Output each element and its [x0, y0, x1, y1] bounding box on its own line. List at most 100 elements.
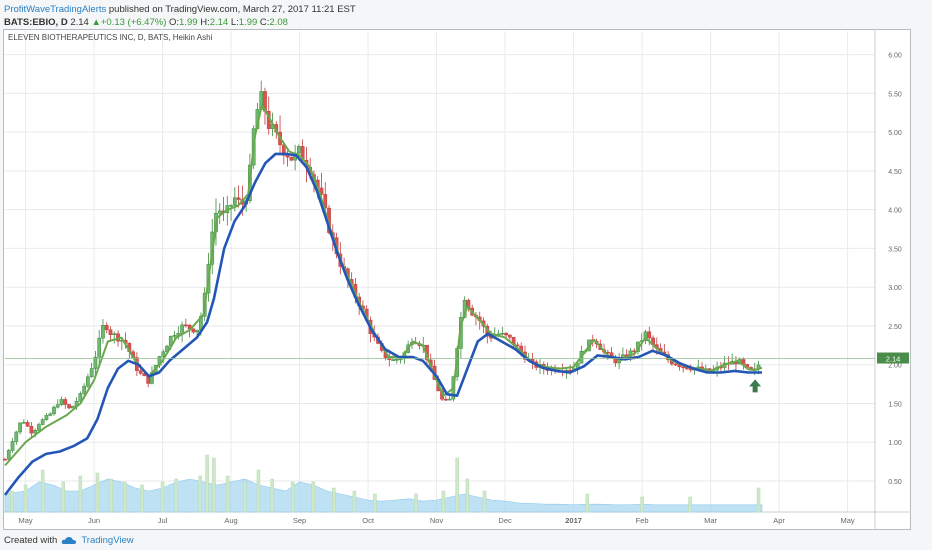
candle-body [184, 324, 188, 327]
created-with-label: Created with [4, 535, 58, 546]
candle-body [37, 424, 41, 431]
candle-body [40, 419, 45, 425]
candle-body [48, 413, 53, 416]
volume-bar [225, 475, 230, 513]
y-tick-label: 1.00 [888, 440, 902, 447]
volume-bar [688, 496, 692, 513]
candle-body [93, 356, 98, 369]
candle-body [138, 370, 143, 374]
candle-body [33, 430, 37, 434]
y-tick-label: 5.00 [888, 130, 902, 137]
candle-body [10, 441, 15, 451]
candle-body [195, 329, 200, 333]
candle-body [394, 359, 399, 361]
low-label: L: [230, 17, 239, 28]
high-label: H: [200, 17, 210, 28]
publish-line: ProfitWaveTradingAlerts published on Tra… [4, 3, 356, 16]
candle-body [172, 335, 177, 337]
y-tick-label: 6.00 [888, 53, 902, 60]
symbol-line: BATS:EBIO, D 2.14 ▲+0.13 (+6.47%) O:1.99… [4, 16, 356, 29]
y-tick-label: 4.00 [888, 208, 902, 215]
candle-body [229, 205, 233, 207]
tradingview-link[interactable]: TradingView [81, 535, 133, 546]
x-tick-label: Jul [158, 516, 168, 525]
x-tick-label: May [841, 516, 855, 525]
chart-header: ProfitWaveTradingAlerts published on Tra… [4, 3, 356, 29]
volume-bar [290, 481, 295, 513]
y-tick-label: 4.50 [888, 169, 902, 176]
volume-bar [482, 490, 487, 513]
up-arrow-icon [749, 379, 762, 393]
candle-body [25, 422, 30, 427]
x-tick-label: Oct [362, 516, 375, 525]
volume-bar [140, 484, 144, 513]
last-price-label: 2.14 [886, 355, 901, 364]
author-link[interactable]: ProfitWaveTradingAlerts [4, 4, 106, 15]
volume-bar [455, 457, 459, 513]
candle-body [97, 337, 102, 358]
x-tick-label: Mar [704, 516, 717, 525]
price-chart[interactable]: ELEVEN BIOTHERAPEUTICS INC, D, BATS, Hei… [3, 29, 911, 530]
candle-body [161, 351, 166, 357]
candle-body [104, 325, 109, 331]
slow-moving-average-line [3, 152, 762, 496]
volume-bar [160, 481, 165, 513]
volume-bar [174, 478, 179, 513]
candle-body [398, 358, 403, 361]
candle-body [82, 385, 86, 394]
volume-bar [40, 469, 45, 513]
candle-body [504, 332, 508, 336]
publish-info: published on TradingView.com, March 27, … [106, 4, 356, 15]
fast-moving-average-line [4, 104, 763, 467]
candle-body [101, 325, 105, 339]
volume-bar [311, 481, 316, 513]
volume-bar [212, 457, 216, 513]
candle-body [86, 376, 90, 387]
volume-bar [243, 481, 247, 513]
volume-bar [205, 454, 209, 513]
candle-body [18, 422, 22, 433]
change-up-icon: ▲ [91, 17, 101, 28]
candle-body [673, 363, 678, 366]
candle-body [508, 334, 512, 338]
x-tick-label: Aug [224, 516, 237, 525]
volume-bar [78, 475, 83, 513]
candle-body [55, 404, 60, 408]
candle-body [59, 399, 64, 405]
candle-body [191, 328, 196, 333]
candle-body [500, 332, 505, 335]
volume-bar [756, 487, 761, 513]
volume-bar [270, 478, 274, 513]
x-tick-label: Sep [293, 516, 306, 525]
volume-bar [61, 481, 65, 513]
volume-bar [640, 496, 644, 513]
candle-body [21, 422, 26, 424]
y-tick-label: 1.50 [888, 401, 902, 408]
low-value: 1.99 [238, 17, 258, 28]
volume-bar [23, 484, 28, 513]
volume-bar [123, 481, 127, 513]
last-price: 2.14 [70, 17, 89, 28]
candle-body [217, 210, 222, 214]
y-tick-label: 2.00 [888, 363, 902, 370]
candle-body [29, 425, 34, 434]
volume-bar [373, 493, 377, 513]
x-tick-label: Dec [498, 516, 512, 525]
footer: Created with TradingView [4, 535, 134, 546]
x-tick-label: Apr [773, 516, 785, 525]
open-value: 1.99 [179, 17, 198, 28]
volume-bar [585, 493, 590, 513]
x-tick-label: 2017 [565, 516, 582, 525]
candle-body [67, 404, 71, 409]
close-label: C: [259, 17, 270, 28]
candle-body [112, 333, 117, 335]
y-tick-label: 3.00 [888, 285, 902, 292]
y-tick-label: 3.50 [888, 246, 902, 253]
volume-bar [10, 490, 14, 513]
volume-bar [441, 490, 446, 513]
close-value: 2.08 [269, 17, 288, 28]
tradingview-cloud-icon [62, 537, 77, 544]
chart-title: ELEVEN BIOTHERAPEUTICS INC, D, BATS, Hei… [8, 33, 213, 42]
y-tick-label: 5.50 [888, 91, 902, 98]
candle-body [232, 197, 237, 206]
